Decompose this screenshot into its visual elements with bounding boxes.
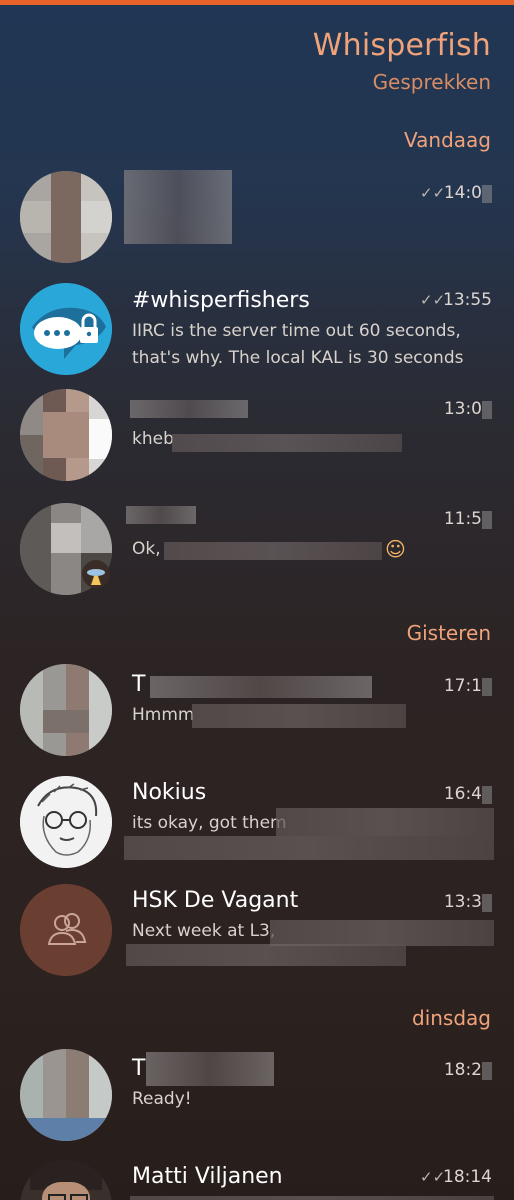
avatar bbox=[20, 664, 112, 756]
whisperfish-logo-icon bbox=[20, 283, 112, 375]
message-preview: IIRC is the server time out 60 seconds, … bbox=[132, 321, 464, 368]
conversation-name: T bbox=[132, 672, 146, 697]
conversation-item[interactable]: 13:0 kheb bbox=[0, 386, 514, 496]
avatar bbox=[20, 283, 112, 375]
smile-emoji-icon: ☺ bbox=[385, 537, 406, 561]
conversation-item[interactable]: 11:5 Ok, ☺ bbox=[0, 500, 514, 610]
timestamp: 13:0 bbox=[443, 399, 482, 419]
double-check-icon: ✓✓ bbox=[420, 1168, 446, 1186]
conversation-name: Nokius bbox=[132, 780, 207, 805]
timestamp: 14:0 bbox=[443, 183, 482, 203]
timestamp: 13:55 bbox=[443, 290, 492, 310]
people-icon bbox=[20, 884, 112, 976]
avatar bbox=[20, 776, 112, 868]
conversation-name: Matti Viljanen bbox=[132, 1164, 283, 1189]
timestamp: 13:3 bbox=[443, 892, 482, 912]
timestamp: 16:4 bbox=[443, 784, 482, 804]
page-title: Whisperfish bbox=[312, 28, 491, 63]
conversation-item[interactable]: Matti Viljanen ✓✓ 18:14 bbox=[0, 1156, 514, 1200]
redacted-name bbox=[126, 506, 196, 524]
conversation-item[interactable]: #whisperfishers ✓✓ 13:55 IIRC is the ser… bbox=[0, 280, 514, 390]
section-header-today: Vandaag bbox=[404, 128, 491, 152]
avatar bbox=[20, 1160, 112, 1200]
double-check-icon: ✓✓ bbox=[420, 184, 446, 202]
section-header-yesterday: Gisteren bbox=[406, 621, 491, 645]
avatar bbox=[20, 389, 112, 481]
avatar bbox=[20, 171, 112, 263]
timestamp: 11:5 bbox=[443, 509, 482, 529]
conversation-name: T bbox=[132, 1056, 146, 1081]
message-preview: Ready! bbox=[132, 1089, 192, 1109]
redacted-name bbox=[124, 170, 232, 244]
section-header-tuesday: dinsdag bbox=[412, 1006, 491, 1030]
avatar bbox=[20, 1049, 112, 1141]
redacted-name bbox=[130, 400, 248, 418]
avatar bbox=[20, 884, 112, 976]
timestamp: 18:2 bbox=[443, 1060, 482, 1080]
conversation-item[interactable]: T 18:2 Ready! bbox=[0, 1046, 514, 1156]
accent-top-bar bbox=[0, 0, 514, 5]
conversation-name: #whisperfishers bbox=[132, 288, 310, 313]
conversation-name: HSK De Vagant bbox=[132, 888, 299, 913]
conversation-item[interactable]: ✓✓ 14:0 bbox=[0, 166, 514, 276]
page-subtitle: Gesprekken bbox=[372, 70, 491, 94]
ufo-badge-icon bbox=[82, 560, 110, 588]
conversation-item[interactable]: T 17:1 Hmmm bbox=[0, 660, 514, 770]
sketch-portrait-icon bbox=[20, 776, 112, 868]
timestamp: 17:1 bbox=[443, 676, 482, 696]
timestamp: 18:14 bbox=[443, 1167, 492, 1187]
double-check-icon: ✓✓ bbox=[420, 291, 446, 309]
conversation-item[interactable]: Nokius 16:4 its okay, got them bbox=[0, 772, 514, 882]
conversation-item[interactable]: HSK De Vagant 13:3 Next week at L3, bbox=[0, 880, 514, 990]
